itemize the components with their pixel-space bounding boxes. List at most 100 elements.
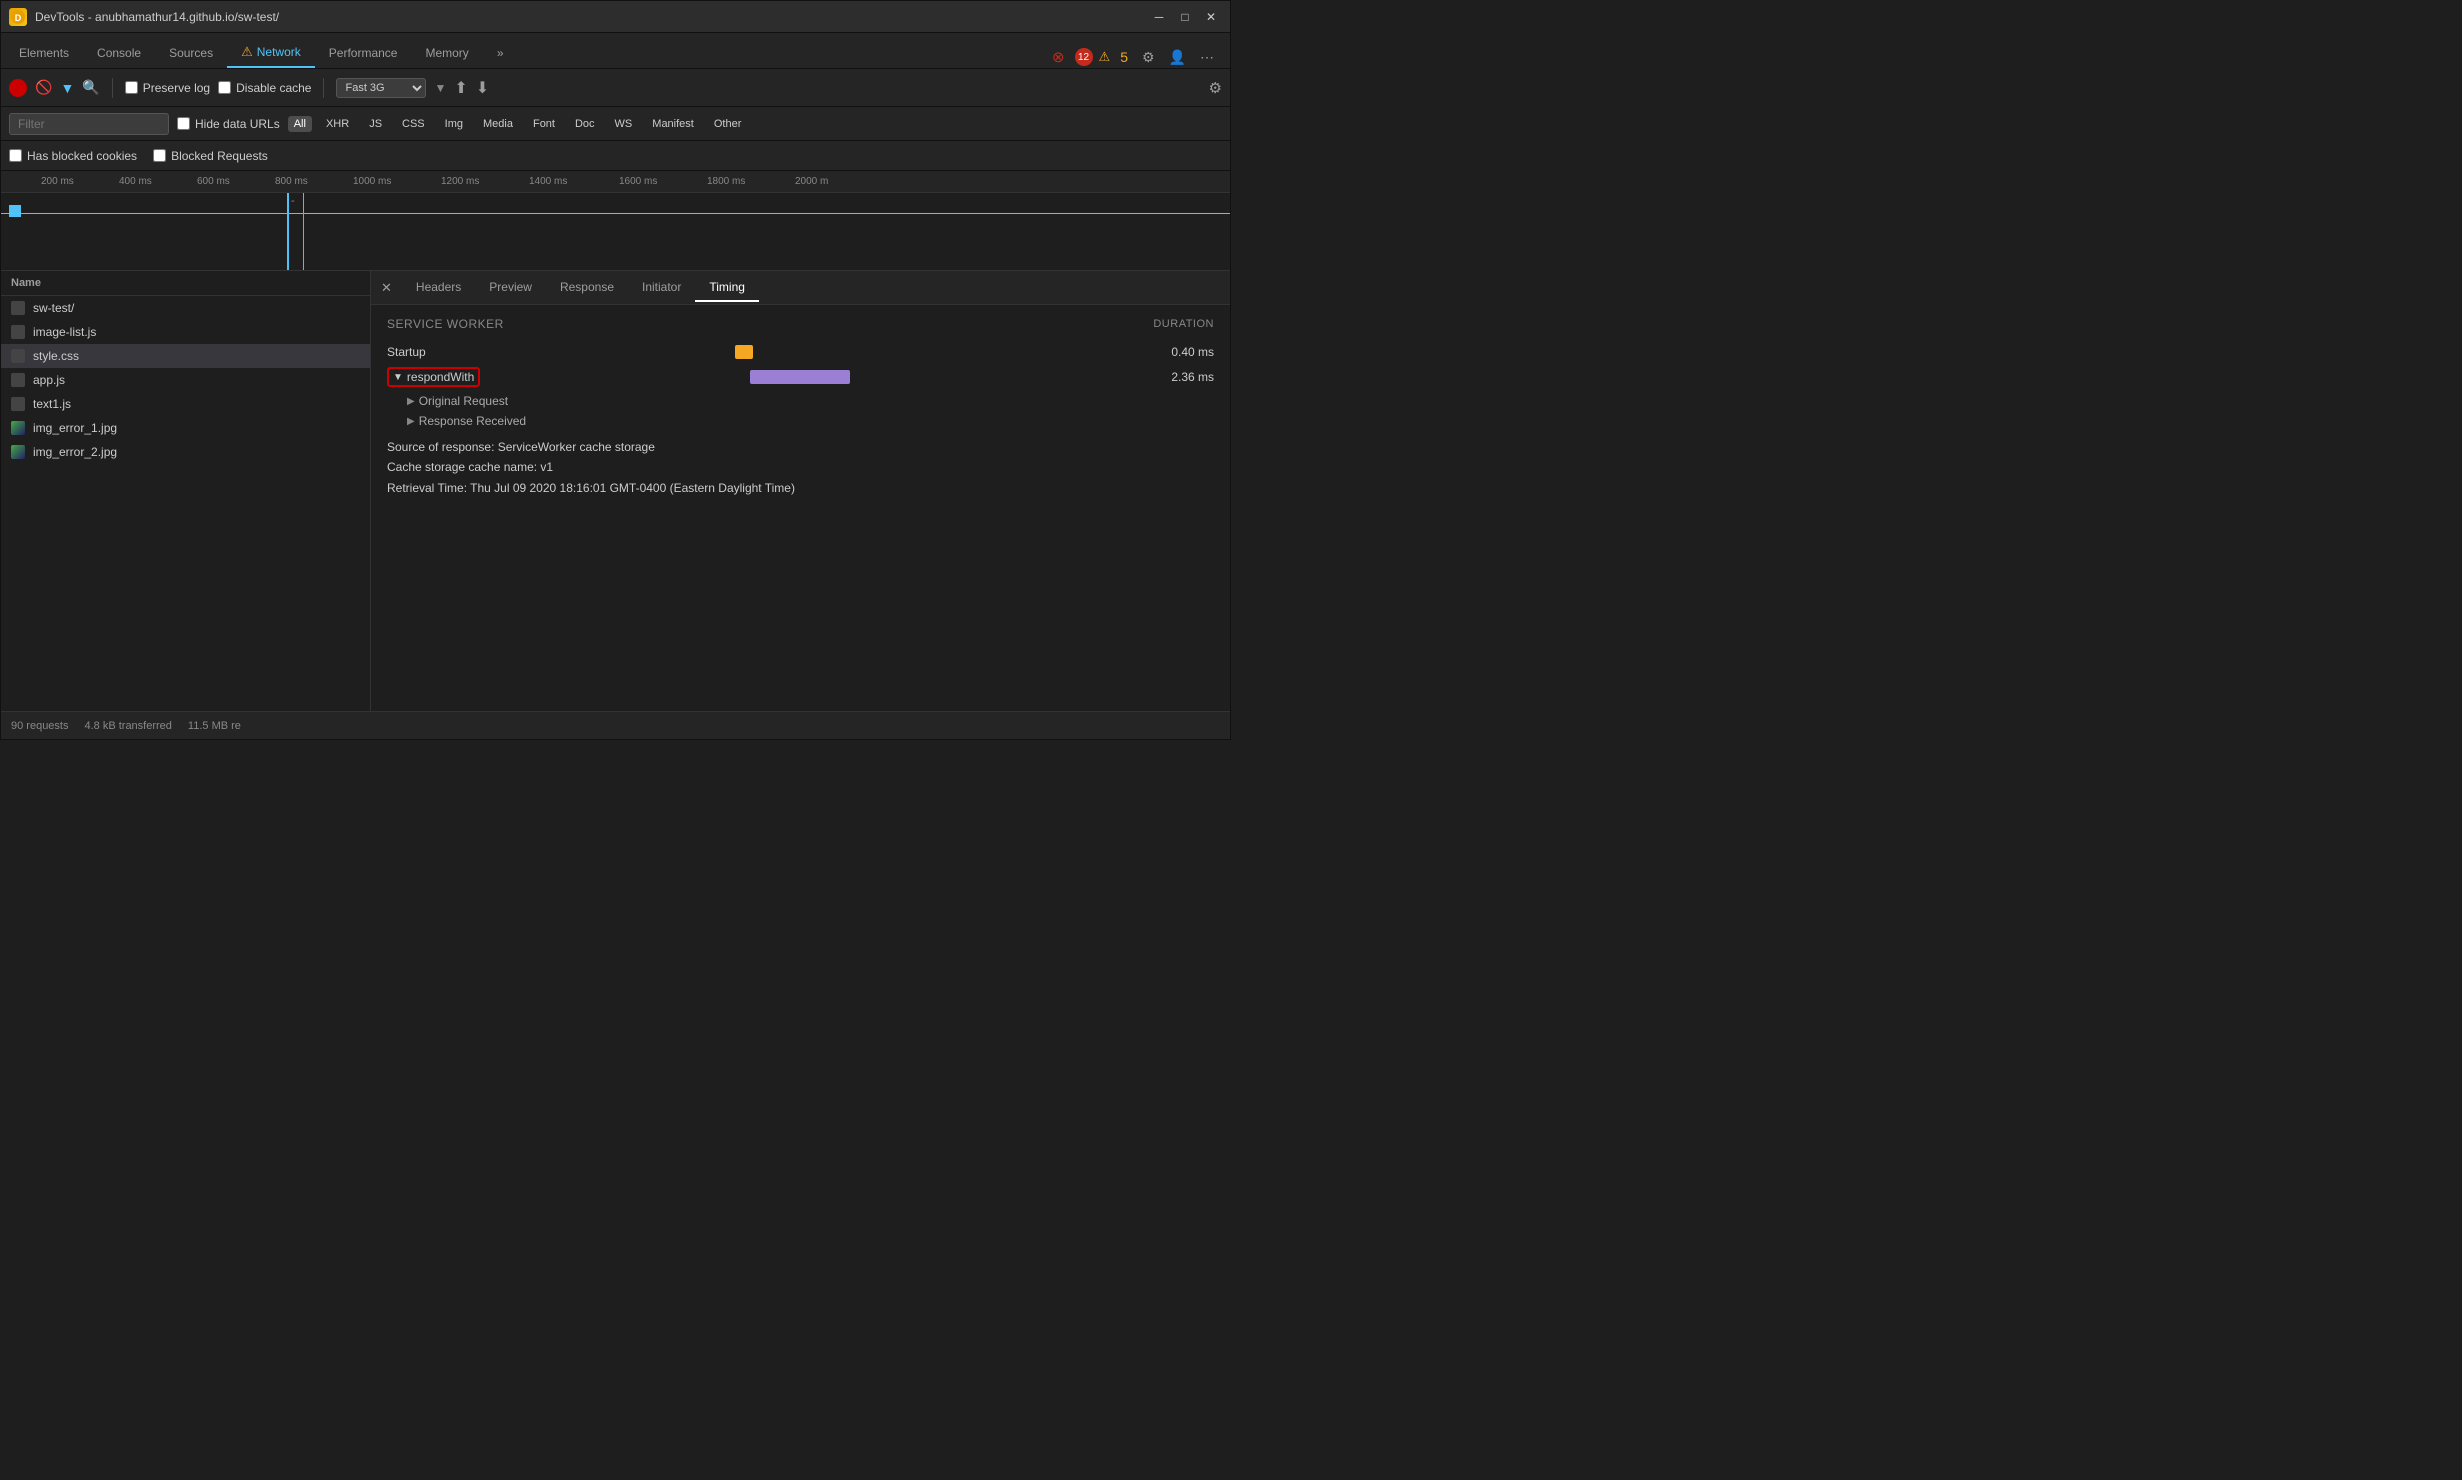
toolbar-settings-icon[interactable]: ⚙	[1209, 79, 1222, 97]
timeline-ruler: 200 ms 400 ms 600 ms 800 ms 1000 ms 1200…	[1, 171, 1230, 193]
timeline-horiz-line	[1, 213, 1230, 214]
tab-memory[interactable]: Memory	[411, 40, 482, 68]
file-style-css[interactable]: style.css	[1, 344, 370, 368]
timing-section-header: Service Worker DURATION	[387, 317, 1214, 331]
preserve-log-label[interactable]: Preserve log	[125, 81, 210, 95]
panel-close-button[interactable]: ✕	[371, 280, 402, 296]
filter-js[interactable]: JS	[363, 116, 388, 132]
timing-retrieval-time: Retrieval Time: Thu Jul 09 2020 18:16:01…	[387, 478, 1214, 498]
name-column-header: Name	[1, 271, 370, 296]
tab-more[interactable]: »	[483, 40, 518, 68]
panel-tab-timing[interactable]: Timing	[695, 274, 759, 302]
timing-original-request-chevron: ▶	[407, 396, 415, 407]
tick-800: 800 ms	[275, 176, 308, 187]
throttle-arrow: ▼	[434, 81, 446, 95]
record-button[interactable]	[9, 79, 27, 97]
close-button[interactable]: ✕	[1200, 6, 1222, 28]
tab-console[interactable]: Console	[83, 40, 155, 68]
respond-with-text: respondWith	[407, 370, 474, 384]
left-panel: Name sw-test/ image-list.js style.css ap…	[1, 271, 371, 711]
separator-1	[112, 78, 113, 98]
tick-600: 600 ms	[197, 176, 230, 187]
tick-2000: 2000 m	[795, 176, 828, 187]
file-text1-js[interactable]: text1.js	[1, 392, 370, 416]
filter-icon[interactable]: ▼	[60, 80, 74, 96]
transferred-size: 4.8 kB transferred	[84, 720, 171, 732]
panel-tab-initiator-label: Initiator	[642, 280, 681, 294]
blocked-requests-text: Blocked Requests	[171, 149, 268, 163]
filter-doc[interactable]: Doc	[569, 116, 601, 132]
timing-respondwith-row: ▼ respondWith 2.36 ms	[387, 363, 1214, 391]
timing-respondwith-bar-area	[555, 370, 1146, 384]
blocked-bar: Has blocked cookies Blocked Requests	[1, 141, 1230, 171]
timeline-blue-line	[287, 193, 289, 271]
has-blocked-cookies-label[interactable]: Has blocked cookies	[9, 149, 137, 163]
filter-other[interactable]: Other	[708, 116, 748, 132]
filter-all[interactable]: All	[288, 116, 312, 132]
file-image-list[interactable]: image-list.js	[1, 320, 370, 344]
timeline-pink-line	[303, 193, 304, 271]
filter-font[interactable]: Font	[527, 116, 561, 132]
window-title: DevTools - anubhamathur14.github.io/sw-t…	[35, 10, 1140, 24]
filter-css[interactable]: CSS	[396, 116, 431, 132]
minimize-button[interactable]: ─	[1148, 6, 1170, 28]
timing-response-received-chevron: ▶	[407, 416, 415, 427]
timeline-small-indicator	[9, 205, 21, 217]
file-name-image-list: image-list.js	[33, 325, 96, 339]
panel-tab-response[interactable]: Response	[546, 274, 628, 302]
export-icon[interactable]: ⬇	[476, 78, 489, 98]
main-area: Name sw-test/ image-list.js style.css ap…	[1, 271, 1230, 711]
file-img-error-1[interactable]: img_error_1.jpg	[1, 416, 370, 440]
svg-text:D: D	[15, 13, 22, 23]
panel-tab-timing-label: Timing	[709, 280, 745, 294]
preserve-log-checkbox[interactable]	[125, 81, 138, 94]
disable-cache-checkbox[interactable]	[218, 81, 231, 94]
tab-elements[interactable]: Elements	[5, 40, 83, 68]
panel-tab-headers[interactable]: Headers	[402, 274, 475, 302]
timing-startup-bar	[735, 345, 753, 359]
filter-xhr[interactable]: XHR	[320, 116, 355, 132]
has-blocked-cookies-text: Has blocked cookies	[27, 149, 137, 163]
status-bar: 90 requests 4.8 kB transferred 11.5 MB r…	[1, 711, 1230, 739]
throttle-select[interactable]: Fast 3G Slow 3G No throttling Offline	[336, 78, 426, 98]
hide-data-urls-text: Hide data URLs	[195, 117, 280, 131]
tick-1200: 1200 ms	[441, 176, 479, 187]
tab-network[interactable]: ⚠ Network	[227, 38, 315, 68]
timing-startup-row: Startup 0.40 ms	[387, 341, 1214, 363]
tick-1600: 1600 ms	[619, 176, 657, 187]
file-icon-app-js	[11, 373, 25, 387]
panel-tab-preview-label: Preview	[489, 280, 532, 294]
hide-data-urls-checkbox[interactable]	[177, 117, 190, 130]
more-icon[interactable]: ⋯	[1196, 47, 1218, 68]
import-icon[interactable]: ⬆	[454, 78, 467, 98]
stop-icon[interactable]: 🚫	[35, 79, 52, 96]
timing-cache-name: Cache storage cache name: v1	[387, 457, 1214, 477]
file-sw-test[interactable]: sw-test/	[1, 296, 370, 320]
network-warning-icon: ⚠	[241, 44, 253, 60]
user-icon[interactable]: 👤	[1165, 47, 1190, 68]
filter-manifest[interactable]: Manifest	[646, 116, 700, 132]
respond-with-chevron: ▼	[393, 372, 403, 383]
disable-cache-label[interactable]: Disable cache	[218, 81, 311, 95]
filter-media[interactable]: Media	[477, 116, 519, 132]
warning-icon: ⚠	[1099, 49, 1111, 65]
file-app-js[interactable]: app.js	[1, 368, 370, 392]
has-blocked-cookies-checkbox[interactable]	[9, 149, 22, 162]
file-icon-img-error-2	[11, 445, 25, 459]
separator-2	[323, 78, 324, 98]
hide-data-urls-label[interactable]: Hide data URLs	[177, 117, 280, 131]
tick-1000: 1000 ms	[353, 176, 391, 187]
settings-icon[interactable]: ⚙	[1138, 47, 1159, 68]
search-icon[interactable]: 🔍	[82, 79, 99, 96]
file-img-error-2[interactable]: img_error_2.jpg	[1, 440, 370, 464]
filter-input[interactable]	[9, 113, 169, 135]
filter-ws[interactable]: WS	[609, 116, 639, 132]
panel-tab-preview[interactable]: Preview	[475, 274, 546, 302]
filter-img[interactable]: Img	[439, 116, 469, 132]
tab-performance[interactable]: Performance	[315, 40, 412, 68]
tab-sources[interactable]: Sources	[155, 40, 227, 68]
panel-tab-initiator[interactable]: Initiator	[628, 274, 695, 302]
blocked-requests-label[interactable]: Blocked Requests	[153, 149, 268, 163]
blocked-requests-checkbox[interactable]	[153, 149, 166, 162]
maximize-button[interactable]: □	[1174, 6, 1196, 28]
